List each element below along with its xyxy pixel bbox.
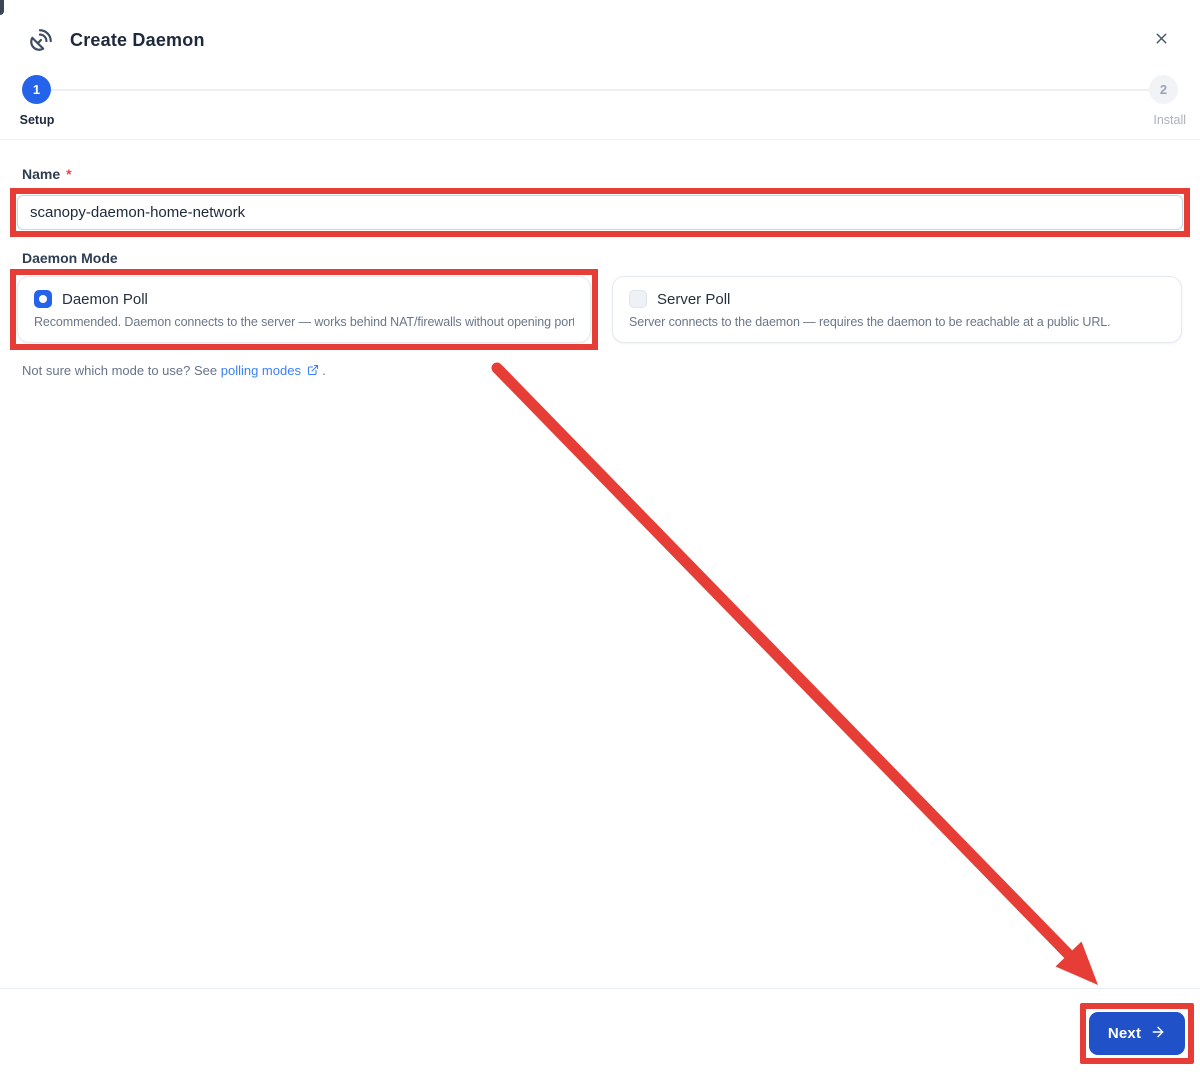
daemon-poll-option[interactable]: Daemon Poll Recommended. Daemon connects… — [17, 276, 591, 343]
mode-field-label: Daemon Mode — [22, 250, 118, 266]
close-button[interactable] — [1149, 26, 1174, 54]
annotation-box-name — [10, 188, 1190, 237]
name-field-label: Name * — [22, 166, 72, 182]
daemon-poll-title: Daemon Poll — [62, 290, 148, 308]
daemon-poll-checkbox-checked[interactable] — [34, 290, 52, 308]
header-divider — [0, 139, 1200, 140]
mode-options: Daemon Poll Recommended. Daemon connects… — [10, 266, 1190, 350]
annotation-arrow — [491, 362, 1098, 985]
step-2-label: Install — [1153, 113, 1186, 127]
close-icon — [1153, 30, 1170, 50]
server-poll-checkbox-unchecked[interactable] — [629, 290, 647, 308]
backdrop-corner — [0, 0, 4, 15]
step-2-circle: 2 — [1149, 75, 1178, 104]
step-1-circle: 1 — [22, 75, 51, 104]
server-poll-title: Server Poll — [657, 290, 731, 308]
step-1-label: Setup — [19, 113, 55, 127]
dialog-header: Create Daemon — [0, 0, 1200, 54]
daemon-poll-description: Recommended. Daemon connects to the serv… — [34, 315, 574, 329]
arrow-right-icon — [1150, 1024, 1166, 1044]
next-button-label: Next — [1107, 1025, 1142, 1042]
setup-form: Name* Daemon Mode Daemon Poll Recommende… — [0, 166, 1200, 378]
step-connector — [51, 88, 1149, 91]
mode-help-text: Not sure which mode to use? See polling … — [22, 363, 326, 378]
daemon-name-input[interactable] — [17, 195, 1183, 230]
external-link-icon — [301, 363, 322, 378]
required-asterisk: * — [66, 166, 72, 182]
server-poll-option[interactable]: Server Poll Server connects to the daemo… — [612, 276, 1182, 343]
server-poll-description: Server connects to the daemon — requires… — [629, 315, 1111, 329]
wizard-stepper: 1 2 Setup Install — [0, 75, 1200, 127]
polling-modes-link[interactable]: polling modes — [221, 363, 301, 378]
page-title: Create Daemon — [70, 29, 205, 50]
dialog-footer: Next — [0, 988, 1200, 1072]
annotation-box-daemon-poll: Daemon Poll Recommended. Daemon connects… — [10, 269, 598, 350]
next-button[interactable]: Next — [1089, 1012, 1185, 1055]
satellite-dish-icon — [28, 27, 54, 53]
annotation-box-next: Next — [1080, 1003, 1194, 1064]
